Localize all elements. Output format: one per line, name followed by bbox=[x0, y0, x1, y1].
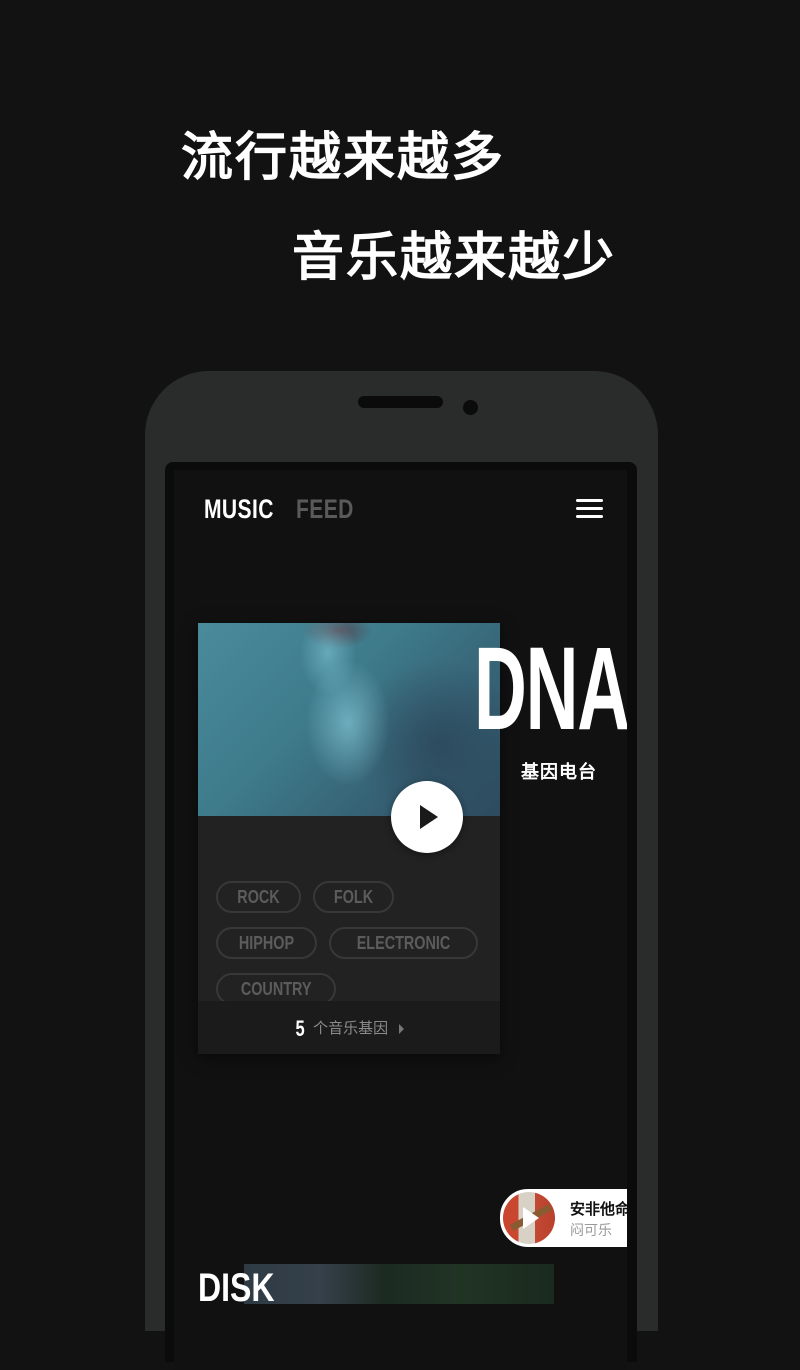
chevron-right-icon bbox=[399, 1023, 405, 1034]
play-button[interactable] bbox=[391, 781, 463, 853]
tab-music[interactable]: MUSIC bbox=[204, 494, 274, 525]
artist-name: 闷可乐 bbox=[570, 1223, 612, 1239]
phone-camera bbox=[463, 400, 478, 415]
mini-player[interactable]: 安非他命 闷可乐 bbox=[499, 1188, 627, 1248]
hamburger-menu-icon[interactable] bbox=[576, 499, 603, 519]
genre-tags: ROCK FOLKHIPHOP ELECTRONICCOUNTRY bbox=[216, 881, 496, 1019]
song-title: 安非他命 bbox=[570, 1200, 627, 1218]
tag-hiphop[interactable]: HIPHOP bbox=[216, 927, 318, 959]
promo-headline-line2: 音乐越来越少 bbox=[292, 228, 617, 288]
gene-label: 个音乐基因 bbox=[313, 1019, 389, 1037]
disk-section-title: DISK bbox=[198, 1266, 275, 1310]
cover-image bbox=[198, 623, 500, 816]
promo-headline-line1: 流行越来越多 bbox=[181, 128, 506, 188]
tag-folk[interactable]: FOLK bbox=[313, 881, 394, 913]
gene-count-link[interactable]: 5 个音乐基因 bbox=[198, 1001, 500, 1054]
album-art[interactable] bbox=[503, 1192, 555, 1244]
app-screen: MUSIC FEED ROCK FOLKHIPHOP ELECTRONICCOUNT… bbox=[174, 470, 627, 1370]
dna-radio-card[interactable]: ROCK FOLKHIPHOP ELECTRONICCOUNTRY 5 个音乐基因 bbox=[198, 623, 500, 1054]
phone-speaker bbox=[358, 396, 443, 408]
phone-bezel: MUSIC FEED ROCK FOLKHIPHOP ELECTRONICCOUNT… bbox=[165, 462, 637, 1370]
tag-rock[interactable]: ROCK bbox=[216, 881, 301, 913]
disk-section-image bbox=[244, 1264, 554, 1304]
dna-title: DNA bbox=[474, 623, 627, 755]
gene-count: 5 bbox=[295, 1016, 305, 1041]
dna-subtitle: 基因电台 bbox=[521, 762, 597, 783]
play-icon bbox=[420, 805, 438, 829]
phone-mockup: MUSIC FEED ROCK FOLKHIPHOP ELECTRONICCOUNT… bbox=[145, 371, 658, 1370]
tag-electronic[interactable]: ELECTRONIC bbox=[329, 927, 479, 959]
tab-feed[interactable]: FEED bbox=[296, 494, 354, 525]
play-icon bbox=[523, 1207, 539, 1229]
